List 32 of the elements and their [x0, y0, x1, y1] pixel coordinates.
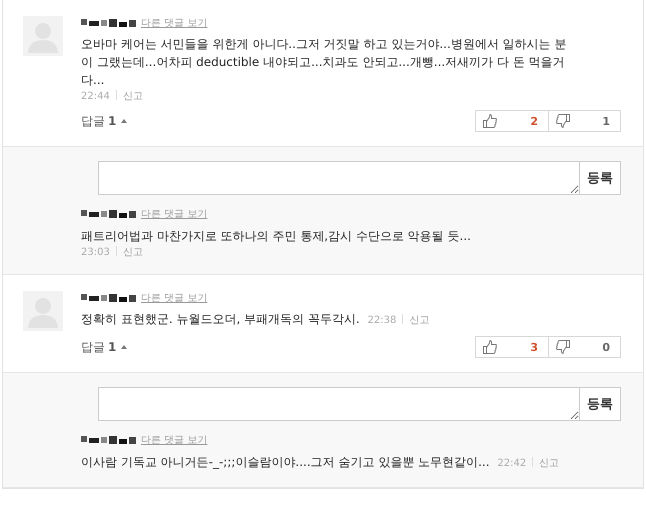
- pixelated-name-drawing: [81, 208, 137, 220]
- thumbs-up-icon: [483, 114, 497, 128]
- reply-toggle[interactable]: 답글 1: [81, 112, 128, 130]
- comment-text: 정확히 표현했군. 뉴월드오더, 부패개독의 꼭두각시.: [81, 312, 360, 326]
- thumbs-down-icon: [556, 114, 570, 128]
- reply-text: 이사람 기독교 아니거든-_-;;;이슬람이야....그저 숨기고 있을뿐 노무현같이...: [81, 455, 490, 469]
- comment-time: 23:03: [81, 247, 110, 258]
- reply-toggle[interactable]: 답글 1: [81, 338, 128, 356]
- reply-input-field[interactable]: [98, 161, 580, 195]
- report-link[interactable]: 신고: [539, 458, 560, 469]
- more-comments-link[interactable]: 다른 댓글 보기: [141, 16, 208, 30]
- pixelated-name-drawing: [81, 292, 137, 304]
- submit-button[interactable]: 등록: [580, 387, 621, 421]
- report-link[interactable]: 신고: [409, 315, 430, 326]
- avatar-icon: [23, 291, 63, 331]
- reply-text: 패트리어법과 마찬가지로 또하나의 주민 통제,감시 수단으로 악용될 듯...: [81, 229, 471, 243]
- comment-text: 오바마 케어는 서민들을 위한게 아니다..그저 거짓말 하고 있는거야...병원에서 일하시는 분이 그랬는데...어차피 deductible 내야되고...치과도 안되고...개뺑...저새끼가 다 돈 먹을거다...: [81, 37, 566, 87]
- thumbs-up-icon: [483, 340, 497, 354]
- report-link[interactable]: 신고: [122, 91, 143, 102]
- submit-button[interactable]: 등록: [580, 161, 621, 195]
- pixelated-name-drawing: [81, 17, 137, 29]
- more-comments-link[interactable]: 다른 댓글 보기: [141, 433, 208, 447]
- report-link[interactable]: 신고: [122, 247, 143, 258]
- reply-input-field[interactable]: [98, 387, 580, 421]
- pixelated-name-drawing: [81, 434, 137, 446]
- more-comments-link[interactable]: 다른 댓글 보기: [141, 291, 208, 305]
- more-comments-link[interactable]: 다른 댓글 보기: [141, 207, 208, 221]
- comment-time: 22:38: [368, 315, 396, 326]
- thumbs-down-icon: [556, 340, 570, 354]
- comment-time: 22:44: [81, 91, 110, 102]
- avatar-icon: [23, 16, 63, 56]
- comment-time: 22:42: [497, 458, 526, 469]
